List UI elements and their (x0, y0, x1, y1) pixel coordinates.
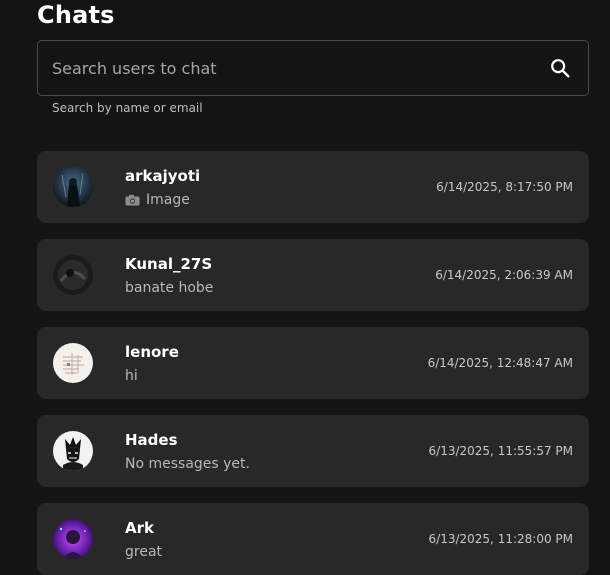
chat-preview: banate hobe (125, 280, 213, 296)
avatar (53, 519, 93, 559)
search-helper-text: Search by name or email (52, 101, 203, 115)
chats-page: Chats Search by name or email (0, 0, 610, 575)
chat-timestamp: 6/14/2025, 2:06:39 AM (435, 268, 573, 282)
chat-preview: Image (125, 192, 190, 208)
chat-name: Hades (125, 431, 178, 449)
avatar (53, 167, 93, 207)
chat-preview-text: banate hobe (125, 280, 214, 296)
search-input[interactable] (38, 41, 532, 95)
chat-item-ark[interactable]: Ark great 6/13/2025, 11:28:00 PM (37, 503, 589, 575)
search-box (37, 40, 589, 96)
chat-timestamp: 6/13/2025, 11:28:00 PM (428, 532, 573, 546)
chat-preview-text: No messages yet. (125, 456, 250, 472)
chat-preview: great (125, 544, 162, 560)
chat-name: arkajyoti (125, 167, 201, 185)
chat-preview: No messages yet. (125, 456, 250, 472)
search-button[interactable] (532, 41, 588, 95)
page-title: Chats (37, 1, 115, 29)
chat-list: arkajyoti Image 6/14/2025, 8:17:50 PM Ku… (37, 151, 589, 575)
chat-preview-text: great (125, 544, 163, 560)
chat-timestamp: 6/14/2025, 12:48:47 AM (427, 356, 573, 370)
chat-item-hades[interactable]: Hades No messages yet. 6/13/2025, 11:55:… (37, 415, 589, 487)
chat-timestamp: 6/14/2025, 8:17:50 PM (436, 180, 573, 194)
chat-name: Kunal_27S (125, 255, 213, 273)
chat-name: Ark (125, 519, 154, 537)
avatar (53, 343, 93, 383)
chat-name: lenore (125, 343, 179, 361)
search-icon (551, 59, 570, 78)
avatar (53, 255, 93, 295)
chat-item-arkajyoti[interactable]: arkajyoti Image 6/14/2025, 8:17:50 PM (37, 151, 589, 223)
chat-preview-text: hi (125, 368, 138, 384)
chat-item-kunal-27s[interactable]: Kunal_27S banate hobe 6/14/2025, 2:06:39… (37, 239, 589, 311)
camera-icon (125, 194, 140, 206)
chat-item-lenore[interactable]: lenore hi 6/14/2025, 12:48:47 AM (37, 327, 589, 399)
avatar (53, 431, 93, 471)
chat-preview-text: Image (146, 192, 190, 208)
chat-timestamp: 6/13/2025, 11:55:57 PM (428, 444, 573, 458)
chat-preview: hi (125, 368, 138, 384)
